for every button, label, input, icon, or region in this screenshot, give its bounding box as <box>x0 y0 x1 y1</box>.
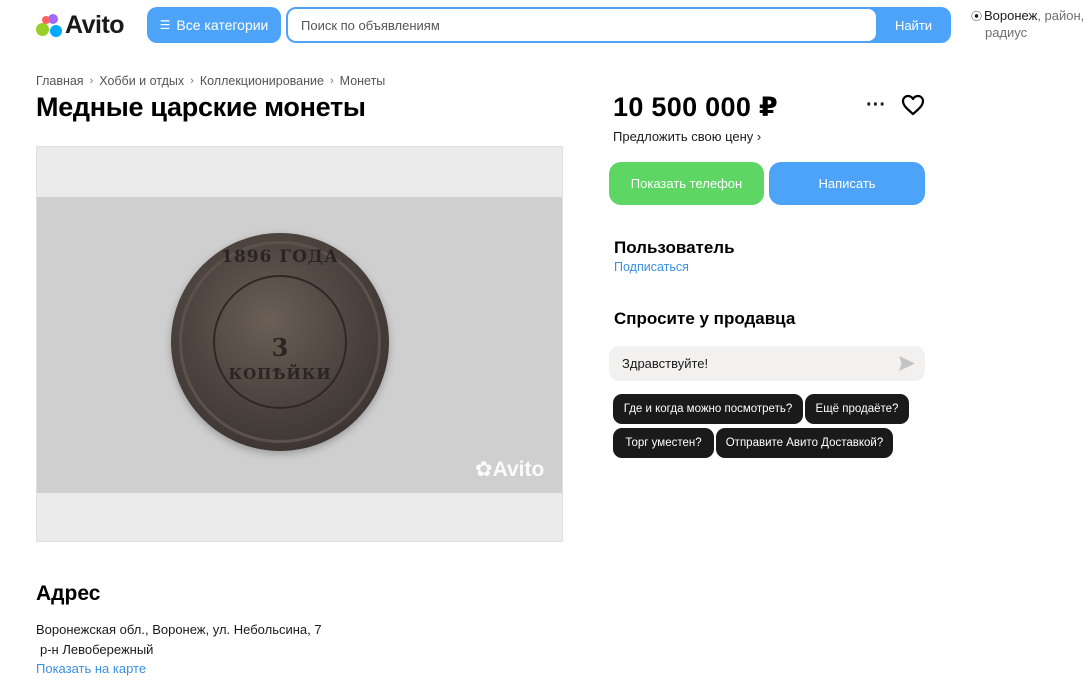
listing-photo[interactable]: 3 КОПѢЙКИ 1896 ГОДА ✿Avito <box>36 146 563 542</box>
address-title: Адрес <box>36 582 101 605</box>
chevron-right-icon: › <box>89 75 94 87</box>
search-bar: Найти <box>286 7 951 43</box>
location-rest-1: , район, <box>1037 8 1085 23</box>
ask-seller-title: Спросите у продавца <box>614 309 796 328</box>
more-options-icon[interactable]: ··· <box>866 95 886 115</box>
coin-year: 1896 ГОДА <box>221 247 339 267</box>
watermark-text: Avito <box>492 458 545 481</box>
show-phone-button[interactable]: Показать телефон <box>609 162 764 205</box>
avito-watermark: ✿Avito <box>475 458 545 481</box>
logo-text: Avito <box>65 11 125 39</box>
all-categories-label: Все категории <box>176 17 269 33</box>
quick-question-chip[interactable]: Торг уместен? <box>613 428 714 458</box>
coin-image: 3 КОПѢЙКИ 1896 ГОДА <box>171 233 389 451</box>
breadcrumb-item-hobby[interactable]: Хобби и отдых <box>99 74 184 88</box>
location-pin-icon: ⦿ <box>971 11 982 23</box>
price: 10 500 000 ₽ <box>613 92 779 122</box>
chevron-right-icon: › <box>190 75 194 87</box>
all-categories-button[interactable]: ☰ Все категории <box>147 7 281 43</box>
quick-question-chip[interactable]: Ещё продаёте? <box>805 394 909 424</box>
address-line: Воронежская обл., Воронеж, ул. Небольсин… <box>36 622 322 637</box>
categories-search-icon: ☰ <box>159 18 171 32</box>
seller-name[interactable]: Пользователь <box>614 238 735 258</box>
location-selector[interactable]: ⦿ Воронеж, район, радиус <box>971 8 1086 41</box>
favorite-heart-icon[interactable] <box>901 94 925 116</box>
write-message-button[interactable]: Написать <box>769 162 925 205</box>
coin-inner-circle: 3 КОПѢЙКИ <box>213 275 347 409</box>
address-district: р-н Левобережный <box>40 642 154 657</box>
breadcrumb: Главная › Хобби и отдых › Коллекциониров… <box>36 74 385 88</box>
breadcrumb-item-home[interactable]: Главная <box>36 74 84 88</box>
chevron-right-icon: › <box>756 129 762 144</box>
location-city: Воронеж <box>984 8 1038 23</box>
coin-denomination: КОПѢЙКИ <box>228 365 332 383</box>
offer-price-link[interactable]: Предложить свою цену › <box>613 129 761 144</box>
header: Avito ☰ Все категории Найти ⦿Воронеж, ра… <box>0 0 1090 50</box>
subscribe-link[interactable]: Подписаться <box>614 260 689 274</box>
send-icon[interactable] <box>898 355 916 372</box>
search-button[interactable]: Найти <box>878 9 949 41</box>
search-input[interactable] <box>288 9 876 41</box>
coin-number: 3 <box>271 333 289 362</box>
quick-question-chip[interactable]: Отправите Авито Доставкой? <box>716 428 893 458</box>
avito-logo[interactable]: Avito <box>36 11 125 40</box>
quick-question-chip[interactable]: Где и когда можно посмотреть? <box>613 394 803 424</box>
ask-seller-input[interactable] <box>609 346 889 381</box>
location-rest-2: радиус <box>985 25 1028 40</box>
show-on-map-link[interactable]: Показать на карте <box>36 661 146 676</box>
offer-price-label: Предложить свою цену <box>613 129 754 144</box>
chevron-right-icon: › <box>329 75 334 87</box>
page-title: Медные царские монеты <box>36 92 366 122</box>
breadcrumb-item-coins[interactable]: Монеты <box>340 74 386 88</box>
ask-seller-box <box>609 346 925 381</box>
avito-logo-dots-icon <box>36 13 63 38</box>
breadcrumb-item-collecting[interactable]: Коллекционирование <box>200 74 324 88</box>
